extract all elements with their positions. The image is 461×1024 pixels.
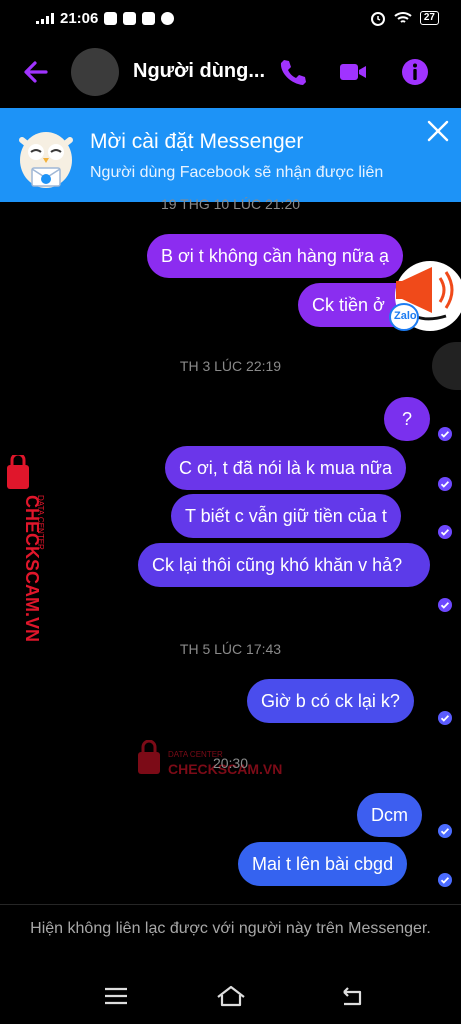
message-bubble[interactable]: ?: [384, 397, 430, 441]
message-bubble[interactable]: Ck lại thôi cũng khó khăn v hả?: [138, 543, 430, 587]
timestamp: TH 3 LÚC 22:19: [179, 358, 282, 374]
back-arrow-icon[interactable]: [20, 56, 52, 88]
wifi-icon: [394, 12, 412, 23]
read-receipt-icon: [438, 711, 452, 725]
status-time: 21:06: [60, 9, 99, 27]
message-bubble[interactable]: T biết c vẫn giữ tiền của t: [171, 494, 401, 538]
svg-text:DATA CENTER: DATA CENTER: [36, 495, 44, 550]
read-receipt-icon: [438, 477, 452, 491]
home-icon[interactable]: [216, 982, 246, 1010]
checkscam-watermark-logo: CHECKSCAM.VN DATA CENTER: [7, 455, 44, 642]
signal-icon: [36, 12, 54, 24]
messenger-notification-icon: [104, 11, 118, 25]
message-bubble[interactable]: Mai t lên bài cbgd: [238, 842, 408, 886]
shop-notification-icon: [142, 11, 156, 25]
avatar[interactable]: [71, 48, 119, 96]
timestamp: TH 5 LÚC 17:43: [179, 641, 282, 657]
battery-indicator: 27: [419, 11, 439, 25]
banner-title: Mời cài đặt Messenger: [90, 130, 304, 153]
message-bubble[interactable]: B ơi t không cần hàng nữa ạ: [147, 234, 404, 278]
read-receipt-icon: [438, 598, 452, 612]
menu-icon[interactable]: [102, 982, 130, 1010]
phone-icon[interactable]: [276, 56, 308, 88]
timestamp: 20:30: [212, 755, 249, 771]
zalo-floating-widget[interactable]: Zalo: [386, 246, 461, 350]
game-notification-icon: [123, 11, 137, 25]
message-bubble[interactable]: C ơi, t đã nói là k mua nữa: [165, 446, 406, 490]
megaphone-icon: [389, 261, 461, 331]
video-call-icon[interactable]: [337, 56, 369, 88]
status-bar: 21:06 27: [0, 0, 461, 36]
timestamp-partial: 19 THG 10 LÚC 21:20: [160, 197, 301, 210]
owl-mascot-icon: [19, 132, 73, 188]
install-messenger-banner[interactable]: Mời cài đặt Messenger Người dùng Faceboo…: [0, 108, 461, 202]
info-icon[interactable]: [399, 56, 431, 88]
chat-header: Người dùng...: [0, 36, 461, 108]
read-receipt-icon: [438, 525, 452, 539]
read-receipt-icon: [438, 427, 452, 441]
app-notification-icon: [161, 11, 175, 25]
read-receipt-icon: [438, 873, 452, 887]
footer-divider: [0, 904, 461, 905]
unavailable-notice: Hiện không liên lạc được với người này t…: [30, 920, 431, 937]
zalo-label: Zalo: [394, 310, 417, 322]
message-bubble[interactable]: Giờ b có ck lại k?: [247, 679, 414, 723]
banner-subtitle: Người dùng Facebook sẽ nhận được liên: [90, 164, 384, 181]
contact-name[interactable]: Người dùng...: [133, 60, 265, 83]
read-receipt-icon: [438, 824, 452, 838]
close-icon[interactable]: [426, 119, 450, 143]
back-icon[interactable]: [338, 982, 366, 1010]
alarm-icon: [370, 12, 385, 26]
message-bubble[interactable]: Dcm: [357, 793, 422, 837]
